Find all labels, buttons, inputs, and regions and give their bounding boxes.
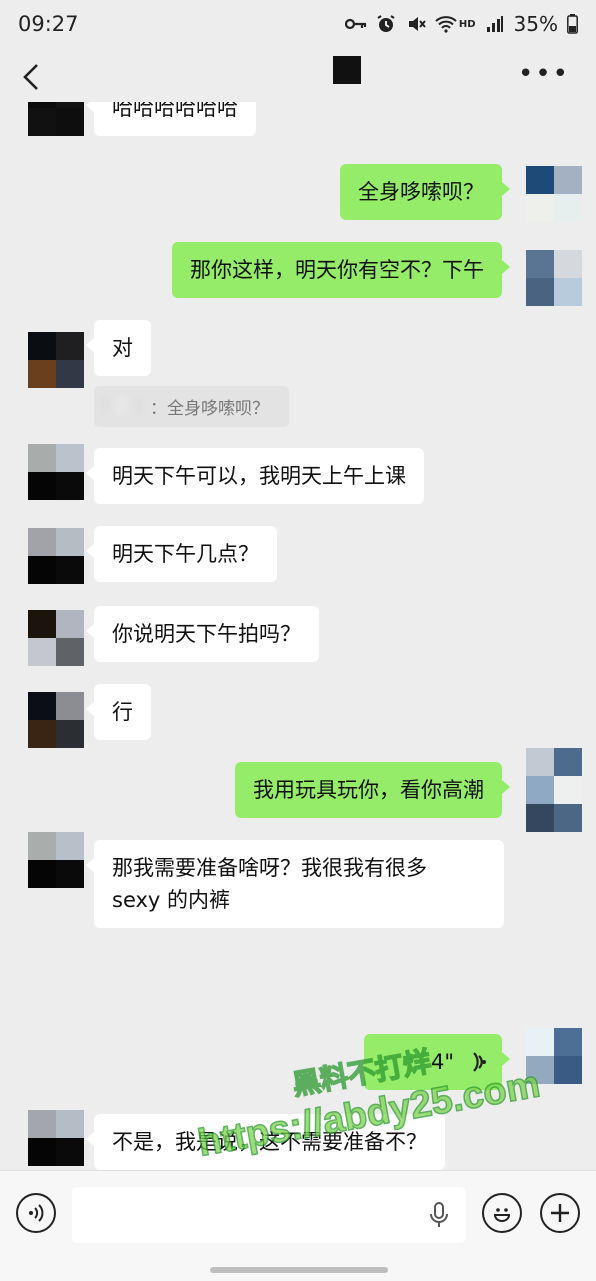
quote-reference[interactable]: ：全身哆嗦呗？	[94, 386, 289, 427]
battery-icon	[566, 13, 578, 35]
voice-wave-icon	[466, 1050, 488, 1082]
message-line: sexy 的内裤	[112, 888, 231, 912]
quote-text: ：全身哆嗦呗？	[150, 399, 269, 419]
message-bubble[interactable]: 全身哆嗦呗？	[340, 164, 510, 220]
message-bubble[interactable]: 对	[86, 320, 151, 376]
message-line: 那我需要准备啥呀？我很我有很多	[112, 856, 427, 880]
avatar[interactable]	[28, 332, 84, 388]
avatar[interactable]	[28, 528, 84, 584]
wifi-icon	[435, 13, 457, 35]
message-bubble[interactable]: 哈哈哈哈哈哈	[86, 102, 256, 136]
message-bubble[interactable]: 那你这样，明天你有空不？下午	[172, 242, 510, 298]
message-input[interactable]	[72, 1187, 466, 1243]
status-time: 09:27	[18, 12, 79, 36]
message-bubble[interactable]: 我用玩具玩你，看你高潮	[235, 762, 510, 818]
microphone-icon[interactable]	[428, 1201, 450, 1229]
plus-icon[interactable]	[540, 1193, 580, 1233]
alarm-icon	[375, 13, 397, 35]
message-bubble[interactable]: 那我需要准备啥呀？我很我有很多 sexy 的内裤	[86, 840, 504, 928]
avatar[interactable]	[28, 610, 84, 666]
message-bubble[interactable]: 明天下午可以，我明天上午上课	[86, 448, 424, 504]
key-icon	[344, 13, 367, 35]
voice-message-bubble[interactable]: 4"	[364, 1034, 510, 1090]
message-bubble[interactable]: 明天下午几点？	[86, 526, 277, 582]
battery-percent: 35%	[513, 12, 558, 36]
avatar[interactable]	[526, 250, 582, 306]
avatar[interactable]	[28, 832, 84, 888]
chevron-left-icon[interactable]	[18, 62, 48, 92]
network-label: HD	[458, 18, 476, 30]
avatar[interactable]	[526, 1028, 582, 1084]
avatar[interactable]	[28, 102, 84, 136]
redacted-name	[102, 396, 142, 414]
message-bubble[interactable]: 你说明天下午拍吗？	[86, 606, 319, 662]
avatar[interactable]	[28, 444, 84, 500]
chat-title-redacted	[333, 56, 361, 84]
signal-icon	[484, 13, 506, 35]
avatar[interactable]	[526, 748, 582, 832]
home-indicator[interactable]	[210, 1267, 388, 1273]
chat-header: •••	[0, 52, 596, 102]
avatar[interactable]	[526, 166, 582, 222]
mute-icon	[405, 13, 427, 35]
message-list[interactable]: 哈哈哈哈哈哈 全身哆嗦呗？ 那你这样，明天你有空不？下午 对 ：全身哆嗦呗？ 明…	[0, 102, 596, 1170]
avatar[interactable]	[28, 1110, 84, 1166]
avatar[interactable]	[28, 692, 84, 748]
emoji-icon[interactable]	[482, 1193, 522, 1233]
input-bar	[0, 1170, 596, 1281]
status-bar: 09:27 HD 35%	[0, 0, 596, 52]
voice-duration: 4"	[430, 1050, 454, 1074]
voice-toggle-icon[interactable]	[16, 1193, 56, 1233]
message-bubble[interactable]: 行	[86, 684, 151, 740]
more-dots-icon[interactable]: •••	[518, 61, 570, 87]
message-bubble[interactable]: 不是，我是说，这不需要准备不？	[86, 1114, 445, 1170]
status-icons: HD 35%	[344, 12, 578, 36]
